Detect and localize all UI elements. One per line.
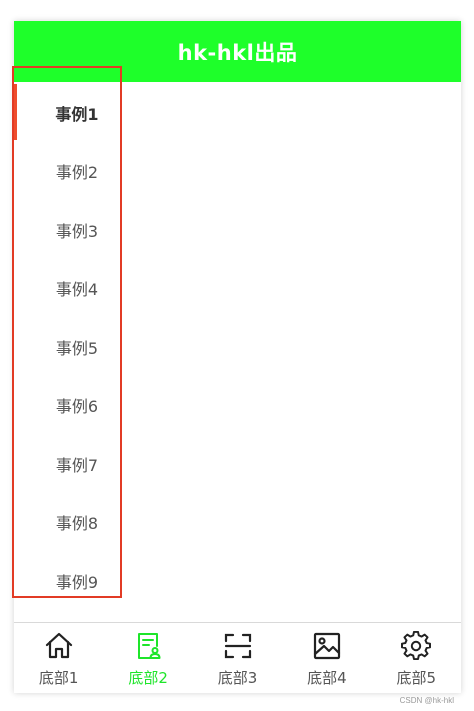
sidebar-item-7[interactable]: 事例7	[14, 435, 140, 493]
sidebar-item-label: 事例1	[55, 105, 99, 124]
sidebar-item-9[interactable]: 事例9	[14, 552, 140, 610]
main-content: 事例1 事例2 事例3 事例4 事例5 事例6 事例7 事例8 事例9	[14, 82, 461, 622]
tab-label: 底部1	[38, 669, 79, 687]
sidebar-item-3[interactable]: 事例3	[14, 201, 140, 259]
app-header: hk-hkl出品	[14, 21, 461, 82]
home-icon	[44, 631, 74, 661]
sidebar-item-8[interactable]: 事例8	[14, 493, 140, 551]
tab-label: 底部2	[128, 669, 168, 687]
scan-icon	[223, 631, 253, 661]
phone-frame: hk-hkl出品 事例1 事例2 事例3 事例4 事例5 事例6 事例7 事例8…	[14, 21, 461, 693]
bottom-tab-bar: 底部1 底部2 底部3 底部4 底部5	[14, 622, 461, 693]
sidebar-item-5[interactable]: 事例5	[14, 318, 140, 376]
sidebar-item-label: 事例2	[55, 163, 99, 182]
tab-5[interactable]: 底部5	[372, 623, 461, 693]
sidebar-item-label: 事例6	[55, 397, 99, 416]
tab-label: 底部3	[217, 669, 258, 687]
sidebar-item-label: 事例4	[55, 280, 99, 299]
sidebar-item-1[interactable]: 事例1	[14, 84, 140, 142]
watermark: CSDN @hk-hkl	[399, 696, 454, 705]
header-title: hk-hkl出品	[177, 40, 298, 65]
tab-1[interactable]: 底部1	[14, 623, 103, 693]
sidebar: 事例1 事例2 事例3 事例4 事例5 事例6 事例7 事例8 事例9	[14, 82, 140, 622]
sidebar-item-label: 事例7	[55, 456, 99, 475]
sidebar-item-label: 事例3	[55, 222, 99, 241]
sidebar-item-label: 事例8	[55, 514, 99, 533]
gear-icon	[401, 631, 432, 661]
image-icon	[312, 631, 342, 661]
sidebar-item-2[interactable]: 事例2	[14, 142, 140, 200]
tab-label: 底部4	[307, 669, 347, 687]
tab-2[interactable]: 底部2	[103, 623, 192, 693]
detail-pane	[140, 82, 461, 622]
sidebar-item-6[interactable]: 事例6	[14, 376, 140, 434]
sidebar-item-label: 事例9	[55, 573, 99, 592]
sidebar-item-label: 事例5	[55, 339, 99, 358]
tab-4[interactable]: 底部4	[282, 623, 371, 693]
sidebar-item-4[interactable]: 事例4	[14, 259, 140, 317]
tab-3[interactable]: 底部3	[193, 623, 282, 693]
document-user-icon	[133, 631, 163, 661]
tab-label: 底部5	[396, 669, 437, 687]
